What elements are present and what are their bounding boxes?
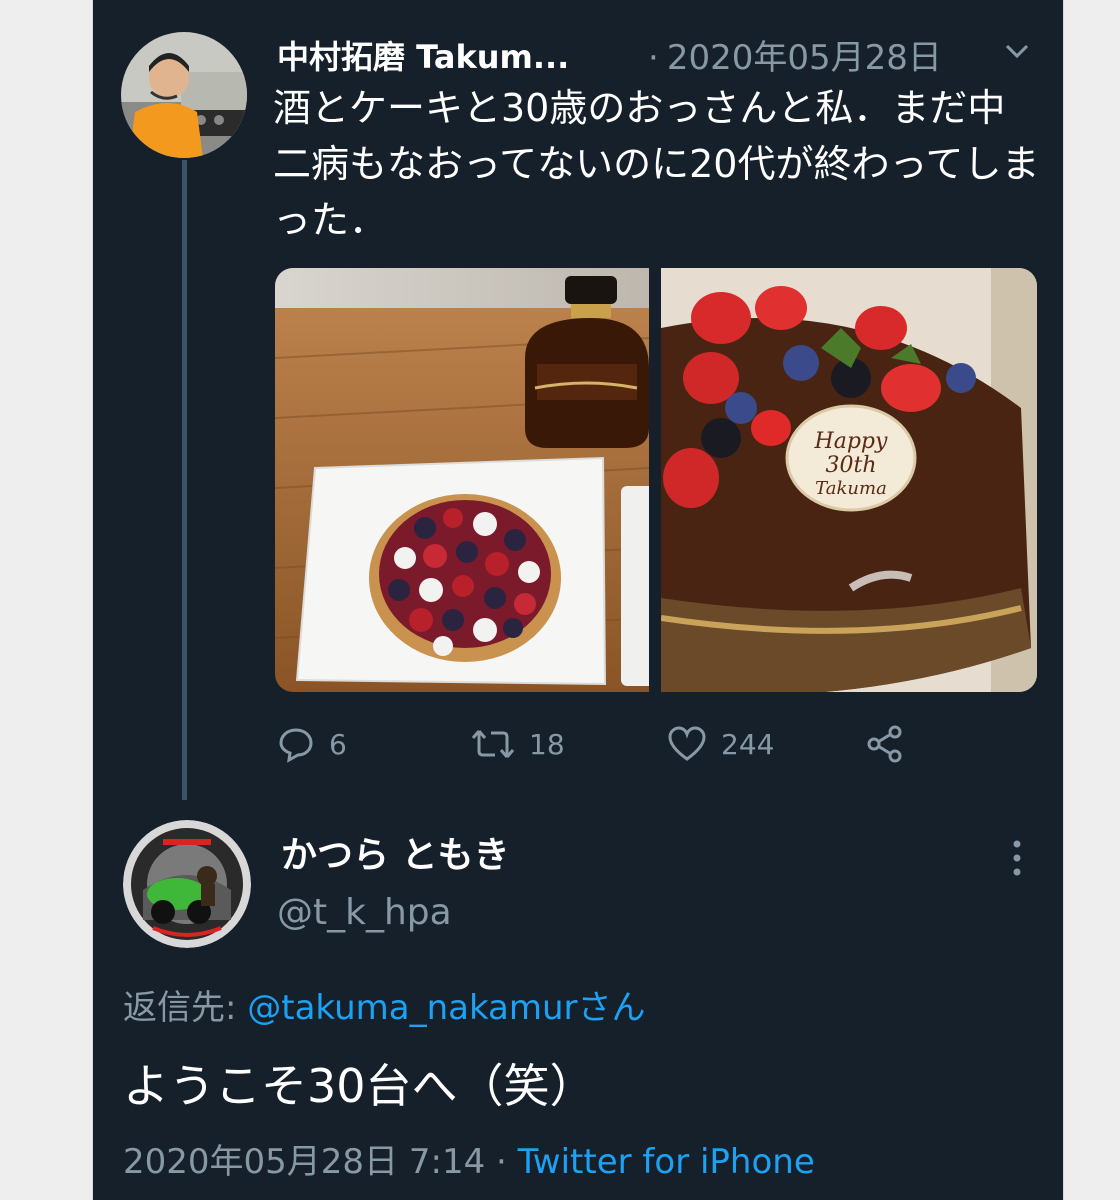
retweet-button[interactable]: 18: [471, 722, 565, 766]
chevron-down-icon[interactable]: [1001, 40, 1033, 64]
more-options-icon[interactable]: [1011, 838, 1023, 878]
share-icon: [867, 725, 902, 763]
reply-to-label: 返信先:: [123, 988, 248, 1028]
like-count: 244: [721, 727, 775, 761]
reply-to-line: 返信先: @takuma_nakamurさん: [123, 980, 646, 1029]
cake-plaque-text-2: 30th: [825, 453, 876, 478]
reply-author-handle[interactable]: @t_k_hpa: [277, 892, 452, 933]
tweet-date[interactable]: · 2020年05月28日: [648, 30, 942, 79]
tweet-text: 酒とケーキと30歳のおっさんと私．まだ中二病もなおってないのに20代が終わってし…: [273, 86, 1040, 242]
reply-button[interactable]: 6: [277, 722, 347, 766]
share-button[interactable]: [865, 722, 919, 766]
heart-icon: [668, 726, 706, 761]
tweet-date-text: 2020年05月28日: [666, 38, 942, 78]
retweet-count: 18: [529, 727, 565, 761]
retweet-icon: [471, 730, 515, 758]
reply-author-name[interactable]: かつら ともき: [281, 826, 510, 878]
meta-separator: ·: [496, 1142, 507, 1182]
reply-source[interactable]: Twitter for iPhone: [518, 1142, 815, 1182]
date-separator: ·: [648, 38, 659, 78]
tweet-image-tart[interactable]: [275, 268, 649, 692]
reply-author-avatar[interactable]: [123, 820, 251, 948]
thread-connector-line: [182, 160, 187, 800]
reply-to-suffix: さん: [577, 988, 646, 1028]
reply-count: 6: [329, 727, 347, 761]
author-avatar[interactable]: [121, 32, 247, 158]
reply-text: ようこそ30台へ（笑）: [123, 1059, 596, 1113]
tweet-image-cake[interactable]: Happy 30th Takuma: [661, 268, 1037, 692]
cake-plaque-text-1: Happy: [814, 429, 888, 454]
reply-to-mention[interactable]: @takuma_nakamur: [247, 988, 577, 1028]
like-button[interactable]: 244: [667, 722, 774, 766]
reply-icon: [279, 728, 313, 763]
cake-plaque-text-3: Takuma: [815, 478, 887, 499]
reply-meta: 2020年05月28日 7:14 · Twitter for iPhone: [123, 1134, 815, 1183]
author-name[interactable]: 中村拓磨 Takum...: [277, 32, 569, 78]
tweet-thread-panel: 中村拓磨 Takum... · 2020年05月28日 酒とケーキと30歳のおっさ…: [92, 0, 1064, 1200]
reply-timestamp[interactable]: 2020年05月28日 7:14: [123, 1142, 485, 1182]
